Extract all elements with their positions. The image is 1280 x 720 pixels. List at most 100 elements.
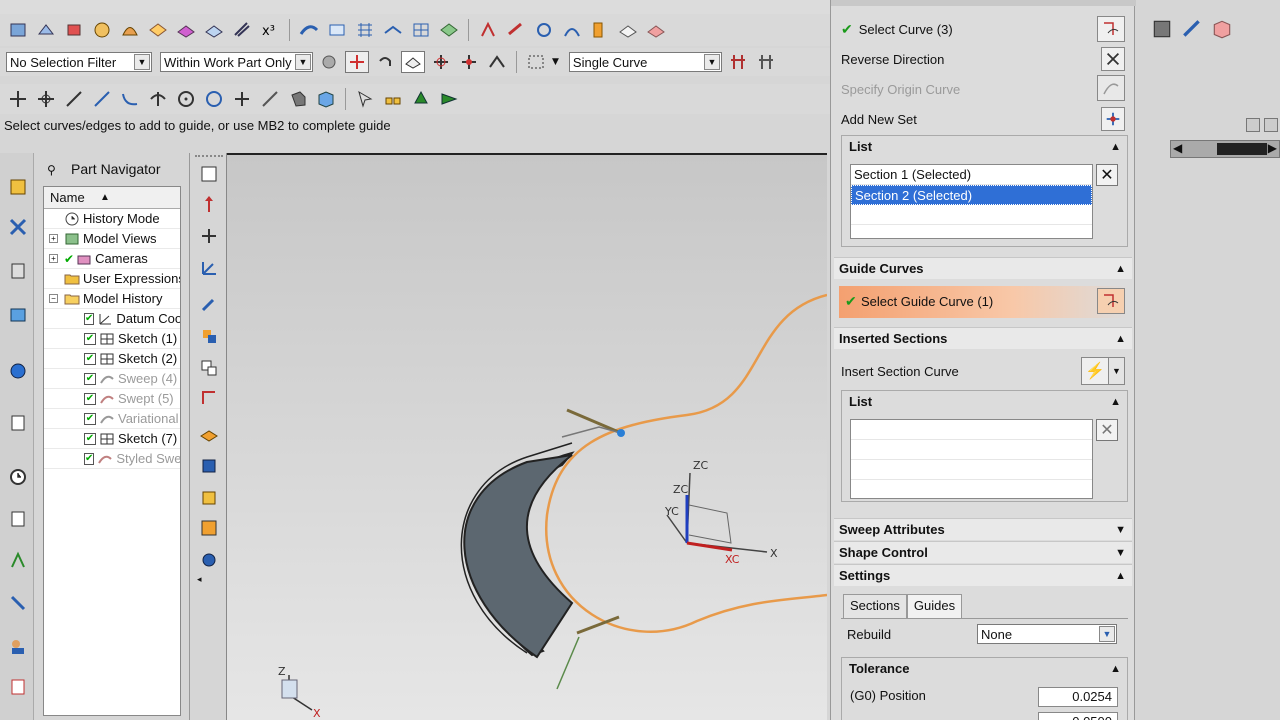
law-extension-icon[interactable] [560, 19, 584, 41]
pattern-icon[interactable] [6, 19, 30, 41]
cube-icon[interactable] [1210, 18, 1234, 40]
section-listbox[interactable]: Section 1 (Selected) Section 2 (Selected… [850, 164, 1093, 239]
clock-icon[interactable] [6, 465, 30, 489]
sweep-attributes-group-header[interactable]: Sweep Attributes ▼ [834, 518, 1132, 540]
point-icon[interactable] [198, 225, 220, 247]
expand-icon[interactable]: + [49, 254, 58, 263]
trim-sheet-icon[interactable] [437, 19, 461, 41]
plus-point-icon[interactable] [230, 88, 254, 110]
checkbox-checked[interactable]: ✔ [84, 312, 95, 325]
expand-icon[interactable]: + [49, 234, 58, 243]
checkbox-checked[interactable]: ✔ [84, 432, 96, 445]
transform-icon[interactable] [476, 19, 500, 41]
restore-icon[interactable] [1246, 118, 1260, 132]
center-point-icon[interactable] [174, 88, 198, 110]
follow-fillet-icon[interactable] [457, 51, 481, 73]
x-form-icon[interactable] [644, 19, 668, 41]
path-icon[interactable] [485, 51, 509, 73]
list-item-selected[interactable]: Section 2 (Selected) [851, 185, 1092, 205]
tool-icon[interactable] [1180, 18, 1204, 40]
group-icon[interactable] [198, 357, 220, 379]
through-curves-icon[interactable] [325, 19, 349, 41]
patch-icon[interactable] [616, 19, 640, 41]
sew-icon[interactable] [588, 19, 612, 41]
checkbox-checked[interactable]: ✔ [84, 412, 96, 425]
tree-node-styled-sweep[interactable]: ✔ Styled Swe [44, 449, 180, 469]
tree-node-variational-sweep[interactable]: ✔ Variational [44, 409, 180, 429]
thicken-icon[interactable] [230, 19, 254, 41]
move-icon[interactable] [6, 88, 30, 110]
checkbox-checked[interactable]: ✔ [84, 452, 95, 465]
intersection-icon[interactable] [726, 51, 750, 73]
scroll-thumb[interactable] [1217, 143, 1267, 155]
intersect-point-icon[interactable] [146, 88, 170, 110]
swept-icon[interactable] [297, 19, 321, 41]
more-icon[interactable]: ◂ [197, 575, 202, 585]
remove-inserted-section-button[interactable]: ✕ [1096, 419, 1118, 441]
select-feature-icon[interactable] [409, 88, 433, 110]
history-palette-icon[interactable] [6, 411, 30, 435]
extend-surface-icon[interactable] [532, 19, 556, 41]
face-icon[interactable] [286, 88, 310, 110]
constraint-navigator-icon[interactable] [6, 215, 30, 239]
shape-control-group-header[interactable]: Shape Control ▼ [834, 541, 1132, 563]
list-item-empty[interactable] [851, 420, 1092, 440]
rotate-icon[interactable] [34, 88, 58, 110]
curve-rule-dropdown[interactable]: Single Curve ▼ [568, 52, 722, 72]
selection-filter-dropdown[interactable]: No Selection Filter ▼ [6, 52, 152, 72]
quick-pick-icon[interactable] [353, 88, 377, 110]
collapse-up-icon[interactable]: ▲ [1110, 391, 1121, 413]
measure-icon[interactable] [198, 387, 220, 409]
offset-surface-icon[interactable] [504, 19, 528, 41]
report-icon[interactable] [6, 675, 30, 699]
tab-sections[interactable]: Sections [843, 594, 907, 618]
add-new-set-button[interactable] [1101, 107, 1125, 131]
remove-section-button[interactable]: ✕ [1096, 164, 1118, 186]
shell-icon[interactable] [146, 19, 170, 41]
tab-guides[interactable]: Guides [906, 594, 963, 618]
stop-at-intersection-icon[interactable] [429, 51, 453, 73]
horizontal-scrollbar[interactable]: ◀ ▶ [1170, 140, 1280, 158]
maximize-icon[interactable] [1264, 118, 1278, 132]
pin-icon[interactable]: ⚲ [47, 163, 56, 177]
curve-rules-icon[interactable] [401, 51, 425, 73]
circle-icon[interactable] [202, 88, 226, 110]
select-objects-icon[interactable] [381, 88, 405, 110]
tolerance-header[interactable]: Tolerance ▲ [842, 658, 1127, 680]
inserted-list-header[interactable]: List ▲ [842, 391, 1127, 413]
move-object-icon[interactable] [198, 325, 220, 347]
point-on-curve-icon[interactable] [258, 88, 282, 110]
guide-curves-group-header[interactable]: Guide Curves ▲ [834, 257, 1132, 279]
tree-node-model-views[interactable]: + Model Views [44, 229, 180, 249]
extrude-icon[interactable] [34, 19, 58, 41]
tool-wrench-icon[interactable] [198, 293, 220, 315]
component-icon[interactable] [198, 487, 220, 509]
graphics-window[interactable]: ZC ZC YC XC X Z X [227, 153, 827, 720]
insert-section-curve-dropdown[interactable]: ⚡ ▼ [1081, 357, 1125, 385]
reverse-direction-button[interactable] [1101, 47, 1125, 71]
select-guide-curve-row[interactable]: ✔ Select Guide Curve (1) [839, 286, 1129, 318]
tree-node-datum-csys[interactable]: ✔ Datum Coo [44, 309, 180, 329]
arc-icon[interactable] [118, 88, 142, 110]
inserted-sections-listbox[interactable] [850, 419, 1093, 499]
g1-tangent-input[interactable]: 0.0500 [1038, 712, 1118, 720]
studio-surface-icon[interactable] [381, 19, 405, 41]
tree-node-sweep-4[interactable]: ✔ Sweep (4) [44, 369, 180, 389]
reference-set-icon[interactable] [198, 517, 220, 539]
gear-tool-icon[interactable] [198, 549, 220, 571]
checkbox-checked[interactable]: ✔ [84, 372, 96, 385]
curve-mesh-icon[interactable] [353, 19, 377, 41]
checkbox-checked[interactable]: ✔ [84, 332, 96, 345]
tree-node-history-mode[interactable]: History Mode [44, 209, 180, 229]
settings-group-header[interactable]: Settings ▲ [834, 564, 1132, 586]
scroll-right-icon[interactable]: ▶ [1268, 141, 1277, 155]
grid-surface-icon[interactable] [409, 19, 433, 41]
revolve-icon[interactable] [62, 19, 86, 41]
tree-node-sketch-7[interactable]: ✔ Sketch (7) [44, 429, 180, 449]
tree-node-swept-5[interactable]: ✔ Swept (5) [44, 389, 180, 409]
list-item-empty[interactable] [851, 440, 1092, 460]
gear-box-icon[interactable] [1150, 18, 1174, 40]
blend-icon[interactable] [118, 19, 142, 41]
line-tangent-icon[interactable] [90, 88, 114, 110]
tree-node-sketch-1[interactable]: ✔ Sketch (1) [44, 329, 180, 349]
